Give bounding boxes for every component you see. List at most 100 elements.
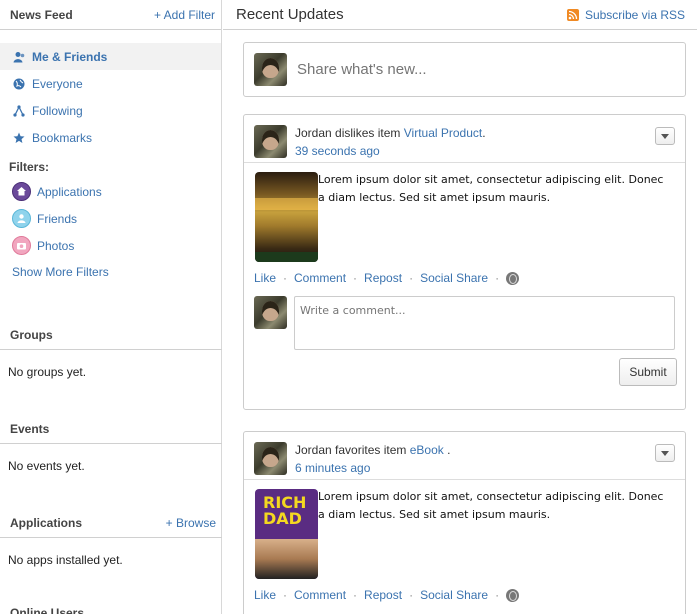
post-suffix: . [443, 443, 451, 457]
avatar[interactable] [254, 125, 287, 158]
news-feed-header: News Feed + Add Filter [0, 0, 221, 30]
avatar[interactable] [254, 442, 287, 475]
comment-row [244, 285, 685, 350]
page-title: Recent Updates [236, 6, 344, 23]
post-summary: Jordan favorites item eBook . [295, 441, 450, 459]
star-icon [12, 132, 26, 144]
sidebar: News Feed + Add Filter Me & Friends Ever… [0, 0, 222, 614]
post-item-link[interactable]: eBook [410, 443, 444, 457]
groups-empty-text: No groups yet. [8, 365, 87, 379]
post-timestamp[interactable]: 6 minutes ago [295, 459, 450, 477]
filter-label: Applications [37, 184, 102, 199]
product-thumbnail[interactable] [255, 172, 318, 262]
post-actor: Jordan [295, 443, 332, 457]
applications-header: Applications + Browse [0, 508, 222, 538]
nav-item-bookmarks[interactable]: Bookmarks [0, 124, 221, 151]
nav-item-me-friends[interactable]: Me & Friends [0, 43, 221, 70]
post-body: RICH DAD Lorem ipsum dolor sit amet, con… [244, 480, 685, 579]
applications-empty-text: No apps installed yet. [8, 553, 123, 567]
nav-item-label: Me & Friends [32, 49, 108, 64]
nav-item-label: Everyone [32, 76, 83, 91]
post-actor: Jordan [295, 126, 332, 140]
post-header: Jordan dislikes item Virtual Product. 39… [244, 115, 685, 163]
post-menu-button[interactable] [655, 444, 675, 462]
post-suffix: . [482, 126, 486, 140]
post-body: Lorem ipsum dolor sit amet, consectetur … [244, 163, 685, 262]
activity-post: Jordan favorites item eBook . 6 minutes … [243, 431, 686, 614]
globe-icon [12, 78, 26, 90]
social-share-link[interactable]: Social Share [420, 271, 488, 285]
filter-friends[interactable]: Friends [0, 205, 221, 232]
feed-nav: Me & Friends Everyone Following Bookmark… [0, 30, 221, 151]
post-verb: favorites item [335, 443, 407, 457]
post-meta: Jordan dislikes item Virtual Product. 39… [295, 124, 486, 162]
post-text: Lorem ipsum dolor sit amet, consectetur … [318, 490, 664, 521]
subscribe-rss-label: Subscribe via RSS [584, 7, 685, 22]
filter-photos[interactable]: Photos [0, 232, 221, 259]
post-summary: Jordan dislikes item Virtual Product. [295, 124, 486, 142]
submit-button[interactable]: Submit [619, 358, 677, 386]
main-content: Recent Updates Subscribe via RSS Jordan … [223, 0, 697, 614]
filter-applications[interactable]: Applications [0, 178, 221, 205]
like-link[interactable]: Like [254, 588, 276, 602]
nav-item-following[interactable]: Following [0, 97, 221, 124]
chevron-down-icon [661, 133, 669, 139]
subscribe-rss-link[interactable]: Subscribe via RSS [566, 7, 685, 22]
post-timestamp[interactable]: 39 seconds ago [295, 142, 486, 160]
groups-header: Groups [0, 320, 222, 350]
globe-icon[interactable] [506, 271, 520, 285]
post-menu-button[interactable] [655, 127, 675, 145]
events-empty-text: No events yet. [8, 459, 85, 473]
like-link[interactable]: Like [254, 271, 276, 285]
share-input[interactable] [297, 61, 677, 78]
nav-item-label: Bookmarks [32, 130, 93, 145]
events-header: Events [0, 414, 222, 444]
groups-title: Groups [10, 327, 53, 342]
browse-applications-link[interactable]: + Browse [166, 516, 216, 530]
globe-icon[interactable] [506, 588, 520, 602]
repost-link[interactable]: Repost [364, 271, 402, 285]
add-filter-link[interactable]: + Add Filter [154, 8, 215, 22]
nav-item-label: Following [32, 103, 83, 118]
submit-row: Submit [244, 350, 685, 386]
comment-link[interactable]: Comment [294, 271, 346, 285]
photos-icon [12, 236, 31, 255]
avatar [254, 296, 287, 329]
ebook-cover-title: RICH DAD [263, 493, 307, 528]
show-more-filters-link[interactable]: Show More Filters [0, 259, 221, 279]
nav-item-everyone[interactable]: Everyone [0, 70, 221, 97]
online-users-section: Online Users [0, 603, 222, 614]
post-verb: dislikes item [335, 126, 401, 140]
network-icon [12, 104, 26, 117]
person-icon [12, 51, 26, 63]
main-header: Recent Updates Subscribe via RSS [223, 0, 697, 30]
social-share-link[interactable]: Social Share [420, 588, 488, 602]
applications-icon [12, 182, 31, 201]
post-meta: Jordan favorites item eBook . 6 minutes … [295, 441, 450, 479]
filter-label: Photos [37, 238, 75, 253]
events-title: Events [10, 421, 50, 436]
online-users-title: Online Users [10, 606, 85, 614]
chevron-down-icon [661, 450, 669, 456]
applications-section: Applications + Browse No apps installed … [0, 508, 222, 567]
filter-label: Friends [37, 211, 78, 226]
avatar [254, 53, 287, 86]
comment-link[interactable]: Comment [294, 588, 346, 602]
post-text: Lorem ipsum dolor sit amet, consectetur … [318, 173, 664, 204]
friends-icon [12, 209, 31, 228]
ebook-thumbnail[interactable]: RICH DAD [255, 489, 318, 579]
post-actions: Like · Comment · Repost · Social Share · [244, 579, 685, 602]
share-box [243, 42, 686, 97]
events-section: Events No events yet. [0, 414, 222, 473]
rss-icon [566, 8, 579, 21]
comment-input[interactable] [294, 296, 675, 350]
filters-label: Filters: [9, 160, 50, 174]
post-item-link[interactable]: Virtual Product [404, 126, 483, 140]
groups-section: Groups No groups yet. [0, 320, 222, 379]
news-feed-title: News Feed [10, 7, 73, 22]
applications-title: Applications [10, 515, 83, 530]
activity-post: Jordan dislikes item Virtual Product. 39… [243, 114, 686, 410]
post-header: Jordan favorites item eBook . 6 minutes … [244, 432, 685, 480]
post-actions: Like · Comment · Repost · Social Share · [244, 262, 685, 285]
repost-link[interactable]: Repost [364, 588, 402, 602]
